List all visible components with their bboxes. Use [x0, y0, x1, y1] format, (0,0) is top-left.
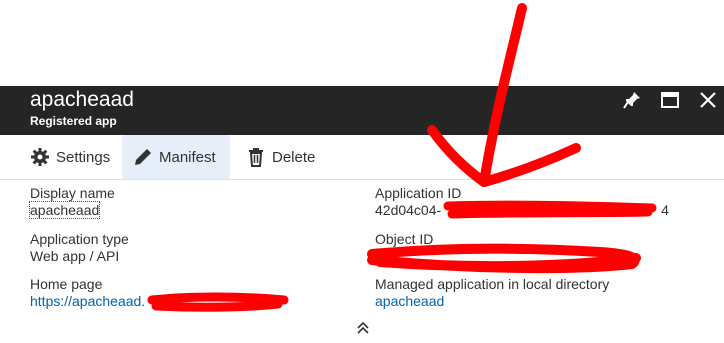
pencil-icon — [133, 147, 153, 167]
collapse-essentials-button[interactable] — [355, 320, 371, 336]
application-type-label: Application type — [30, 231, 129, 247]
manifest-label: Manifest — [159, 148, 216, 166]
display-name-property: Display name apacheaad — [28, 185, 115, 219]
pin-button[interactable] — [616, 86, 648, 114]
blade-title: apacheaad — [30, 88, 134, 111]
maximize-icon — [661, 92, 679, 108]
application-id-value-end: 4 — [661, 202, 669, 218]
managed-application-link[interactable]: apacheaad — [375, 293, 609, 310]
managed-application-label: Managed application in local directory — [375, 276, 610, 292]
close-icon — [700, 92, 716, 108]
double-chevron-up-icon — [357, 321, 369, 334]
settings-button[interactable]: Settings — [22, 135, 118, 179]
object-id-label: Object ID — [375, 231, 434, 247]
home-page-label: Home page — [30, 276, 103, 292]
home-page-link[interactable]: https://apacheaad. — [30, 293, 145, 310]
gear-icon — [30, 147, 50, 167]
blade-subtitle: Registered app — [30, 114, 117, 128]
application-type-value: Web app / API — [30, 248, 120, 264]
application-id-value-start: 42d04c04- — [375, 202, 442, 218]
object-id-property: Object ID — [375, 231, 433, 265]
application-type-property: Application type Web app / API — [30, 231, 129, 265]
home-page-property: Home page https://apacheaad. — [30, 276, 145, 310]
pin-icon — [623, 92, 640, 109]
delete-label: Delete — [272, 148, 316, 166]
settings-label: Settings — [56, 148, 111, 166]
trash-icon — [246, 147, 266, 167]
display-name-label: Display name — [30, 185, 115, 201]
object-id-value[interactable] — [375, 248, 433, 265]
managed-application-property: Managed application in local directory a… — [375, 276, 609, 310]
command-bar: Settings Manifest Delete — [0, 135, 724, 180]
display-name-value[interactable]: apacheaad — [28, 201, 101, 219]
delete-button[interactable]: Delete — [238, 135, 323, 179]
annotation-redact-home-page — [147, 292, 289, 312]
application-id-property: Application ID 42d04c04- 4 — [375, 185, 669, 219]
manifest-button[interactable]: Manifest — [122, 135, 230, 179]
close-button[interactable] — [692, 86, 724, 114]
maximize-button[interactable] — [654, 86, 686, 114]
application-id-label: Application ID — [375, 185, 462, 201]
blade-header: apacheaad Registered app — [0, 86, 724, 135]
application-id-value[interactable]: 42d04c04- 4 — [375, 202, 669, 219]
